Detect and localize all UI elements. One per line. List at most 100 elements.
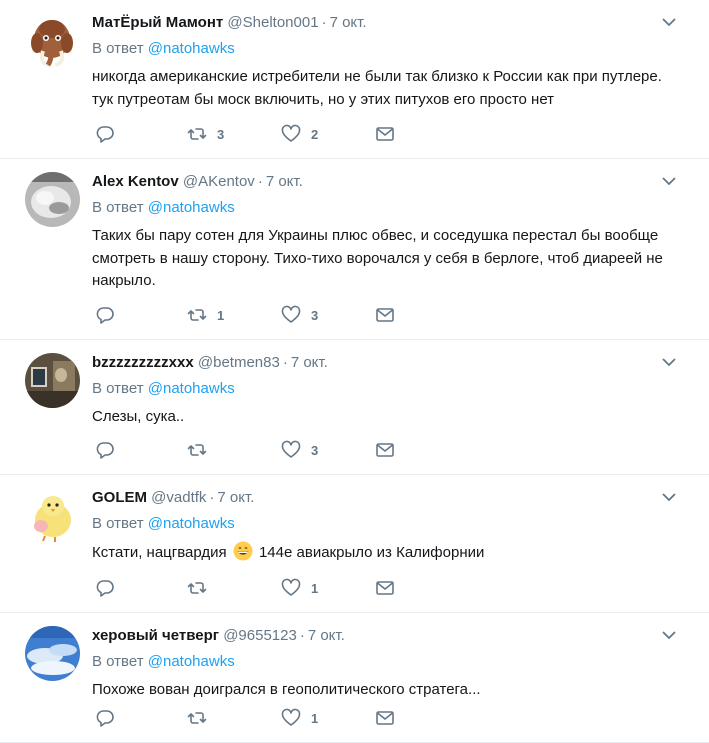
- fullname[interactable]: Alex Kentov: [92, 173, 179, 190]
- timestamp[interactable]: 7 окт.: [266, 173, 303, 190]
- fullname[interactable]: GOLEM: [92, 489, 147, 506]
- mention-link[interactable]: @natohawks: [148, 653, 235, 670]
- mention-link[interactable]: @natohawks: [148, 199, 235, 216]
- like-count: 1: [311, 710, 319, 726]
- heart-icon: [281, 305, 301, 323]
- reply-prefix: В ответ: [92, 380, 144, 397]
- avatar[interactable]: [25, 488, 80, 543]
- timestamp[interactable]: 7 окт.: [308, 627, 345, 644]
- sky-avatar-icon: [25, 626, 80, 681]
- separator-dot: ·: [321, 14, 327, 31]
- direct-message-button[interactable]: [375, 124, 395, 144]
- mention-link[interactable]: @natohawks: [148, 515, 235, 532]
- reply-prefix: В ответ: [92, 199, 144, 216]
- envelope-icon: [376, 711, 394, 725]
- timestamp[interactable]: 7 окт.: [291, 354, 328, 371]
- like-button[interactable]: 3: [281, 440, 318, 460]
- retweet-button[interactable]: [187, 578, 217, 598]
- fullname[interactable]: херовый четверг: [92, 627, 219, 644]
- direct-message-button[interactable]: [375, 305, 395, 325]
- mention-link[interactable]: @natohawks: [148, 380, 235, 397]
- chevron-down-icon[interactable]: [661, 16, 677, 28]
- tweet[interactable]: Alex Kentov @AKentov · 7 окт. В ответ @nat…: [0, 159, 709, 340]
- tweet[interactable]: херовый четверг @9655123 · 7 окт. В ответ …: [0, 613, 709, 743]
- reply-icon: [96, 710, 114, 727]
- tweet-text-after: 144е авиакрыло из Калифорнии: [258, 544, 485, 561]
- avatar[interactable]: [25, 13, 80, 68]
- chevron-down-icon[interactable]: [661, 356, 677, 368]
- grinning-face-icon: [233, 541, 253, 561]
- handle[interactable]: @9655123: [223, 627, 297, 644]
- heart-icon: [281, 708, 301, 726]
- reply-prefix: В ответ: [92, 40, 144, 57]
- reply-button[interactable]: [95, 305, 115, 325]
- direct-message-button[interactable]: [375, 578, 395, 598]
- separator-dot: ·: [209, 489, 215, 506]
- like-button[interactable]: 1: [281, 578, 318, 598]
- retweet-icon: [187, 128, 207, 140]
- tweet[interactable]: bzzzzzzzzzxxx @betmen83 · 7 окт. В ответ @…: [0, 340, 709, 475]
- timestamp[interactable]: 7 окт.: [217, 489, 254, 506]
- mention-link[interactable]: @natohawks: [148, 40, 235, 57]
- tweet-actions: 3 2: [92, 124, 412, 144]
- avatar[interactable]: [25, 353, 80, 408]
- tweet-header: МатЁрый Мамонт @Shelton001 · 7 окт.: [92, 12, 669, 36]
- fullname[interactable]: bzzzzzzzzzxxx: [92, 354, 194, 371]
- reply-icon: [96, 580, 114, 597]
- chick-avatar-icon: [25, 488, 80, 543]
- like-button[interactable]: 1: [281, 708, 318, 728]
- tweet-text: Кстати, нацгвардия 144е авиакрыло из Кал…: [92, 541, 677, 565]
- reply-button[interactable]: [95, 578, 115, 598]
- tweet[interactable]: МатЁрый Мамонт @Shelton001 · 7 окт. В отве…: [0, 0, 709, 159]
- fullname[interactable]: МатЁрый Мамонт: [92, 14, 223, 31]
- tweet-text: Слезы, сука..: [92, 408, 185, 425]
- tweet[interactable]: GOLEM @vadtfk · 7 окт. В ответ @natohawks …: [0, 475, 709, 613]
- direct-message-button[interactable]: [375, 708, 395, 728]
- chevron-down-icon[interactable]: [661, 491, 677, 503]
- avatar[interactable]: [25, 626, 80, 681]
- retweet-icon: [187, 712, 207, 724]
- like-count: 3: [311, 307, 319, 323]
- heart-icon: [281, 124, 301, 142]
- reply-context: В ответ @natohawks: [92, 651, 669, 673]
- like-button[interactable]: 2: [281, 124, 318, 144]
- tweet-header: Alex Kentov @AKentov · 7 окт.: [92, 171, 669, 195]
- tweet-header: херовый четверг @9655123 · 7 окт.: [92, 625, 669, 649]
- retweet-icon: [187, 444, 207, 456]
- reply-context: В ответ @natohawks: [92, 197, 669, 219]
- direct-message-button[interactable]: [375, 440, 395, 460]
- reply-context: В ответ @natohawks: [92, 38, 669, 60]
- retweet-count: 1: [217, 307, 225, 323]
- tweet-text-before: Кстати, нацгвардия: [92, 544, 227, 561]
- handle[interactable]: @betmen83: [198, 354, 280, 371]
- grey-photo-avatar-icon: [25, 172, 80, 227]
- reply-button[interactable]: [95, 440, 115, 460]
- envelope-icon: [376, 127, 394, 141]
- chevron-down-icon[interactable]: [661, 175, 677, 187]
- reply-icon: [96, 307, 114, 324]
- reply-button[interactable]: [95, 708, 115, 728]
- tweet-actions: 1: [92, 578, 412, 598]
- reply-prefix: В ответ: [92, 515, 144, 532]
- handle[interactable]: @AKentov: [183, 173, 255, 190]
- heart-icon: [281, 440, 301, 458]
- chevron-down-icon[interactable]: [661, 629, 677, 641]
- timestamp[interactable]: 7 окт.: [330, 14, 367, 31]
- like-count: 2: [311, 126, 319, 142]
- retweet-button[interactable]: 1: [187, 305, 224, 325]
- retweet-button[interactable]: [187, 440, 217, 460]
- reply-context: В ответ @natohawks: [92, 378, 669, 400]
- retweet-button[interactable]: [187, 708, 217, 728]
- reply-button[interactable]: [95, 124, 115, 144]
- tweet-actions: 3: [92, 440, 412, 460]
- retweet-count: 3: [217, 126, 225, 142]
- tweet-text: Таких бы пару сотен для Украины плюс обв…: [92, 227, 663, 289]
- tweet-header: bzzzzzzzzzxxx @betmen83 · 7 окт.: [92, 352, 669, 376]
- retweet-button[interactable]: 3: [187, 124, 224, 144]
- handle[interactable]: @vadtfk: [151, 489, 206, 506]
- handle[interactable]: @Shelton001: [227, 14, 318, 31]
- retweet-icon: [187, 309, 207, 321]
- reply-prefix: В ответ: [92, 653, 144, 670]
- like-button[interactable]: 3: [281, 305, 318, 325]
- avatar[interactable]: [25, 172, 80, 227]
